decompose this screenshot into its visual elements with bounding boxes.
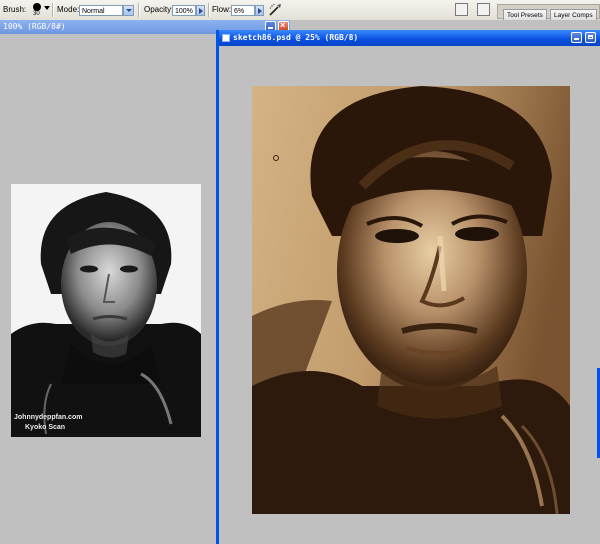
flow-input[interactable]: 6% [231, 5, 255, 16]
sepia-portrait-painting [252, 86, 570, 514]
maximize-icon [588, 35, 593, 39]
file-browser-icon[interactable] [455, 3, 468, 16]
reference-photo: Johnnydeppfan.com Kyoko Scan [11, 184, 201, 437]
brush-picker-arrow-icon[interactable] [44, 6, 50, 10]
mode-select[interactable]: Normal [79, 5, 123, 16]
palette-well: Tool Presets Layer Comps [497, 4, 600, 21]
separator [208, 3, 210, 17]
reference-photo-image [11, 184, 201, 437]
mode-label: Mode: [57, 5, 80, 14]
sketch-window-titlebar[interactable]: sketch86.psd @ 25% (RGB/8) [219, 30, 600, 46]
airbrush-icon[interactable] [268, 2, 283, 17]
photo-watermark-site: Johnnydeppfan.com [14, 414, 83, 421]
minimize-button[interactable] [571, 32, 582, 43]
photo-watermark-credit: Kyoko Scan [25, 424, 66, 431]
opacity-input[interactable]: 100% [172, 5, 196, 16]
brush-label: Brush: [3, 5, 27, 14]
minimize-icon [268, 27, 273, 29]
document-icon [222, 34, 230, 42]
flow-label: Flow: [212, 5, 232, 14]
sketch-document-window: sketch86.psd @ 25% (RGB/8) [216, 30, 600, 544]
brush-preview-icon[interactable] [33, 3, 41, 11]
brush-size-value: 30 [33, 11, 40, 17]
minimize-icon [574, 38, 579, 40]
sketch-window-title: sketch86.psd @ 25% (RGB/8) [233, 33, 359, 42]
separator [52, 3, 54, 17]
opacity-label: Opacity: [144, 5, 174, 14]
reference-window-title: 100% (RGB/8#) [3, 22, 66, 31]
separator [138, 3, 140, 17]
maximize-button[interactable] [585, 32, 596, 43]
options-bar: Brush: 30 Mode: Normal Opacity: 100% Flo… [0, 0, 600, 21]
palette-toggle-icon[interactable] [477, 3, 490, 16]
opacity-slider-button[interactable] [196, 5, 205, 16]
sketch-canvas[interactable] [252, 86, 570, 514]
close-icon: × [280, 20, 286, 30]
flow-slider-button[interactable] [255, 5, 264, 16]
mode-dropdown-button[interactable] [123, 5, 134, 16]
